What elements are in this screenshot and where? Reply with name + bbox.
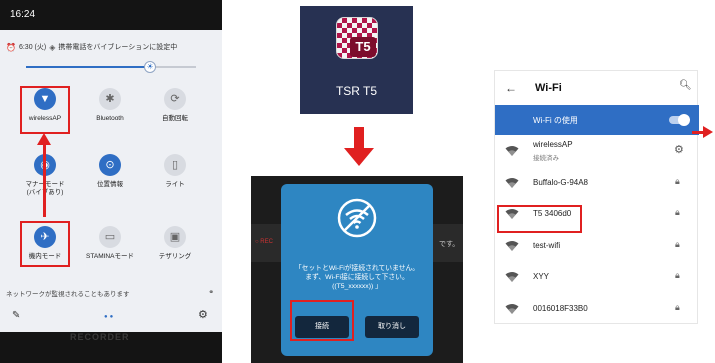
lock-icon: 🔒︎ xyxy=(675,301,680,312)
wifi-signal-icon xyxy=(505,239,519,251)
wifi-title: Wi-Fi xyxy=(535,82,562,94)
background-trailing-text: です。 xyxy=(439,241,460,248)
airplane-tile-highlight xyxy=(20,221,70,267)
lock-icon: 🔒︎ xyxy=(675,270,680,280)
wifi-use-label: Wi-Fi の使用 xyxy=(533,116,578,125)
tile-battery[interactable]: ▭ STAMINAモード xyxy=(79,226,141,261)
wifi-signal-icon xyxy=(505,176,519,188)
down-arrow-shaft xyxy=(354,127,364,149)
quick-settings-panel: ⏰ 6:30 (火) ◈ 携帯電話をバイブレーションに設定中 ☀ ▼ wirele… xyxy=(0,30,222,332)
wifi-signal-icon xyxy=(505,302,519,314)
wifi-network-row[interactable]: Buffalo-G-94A8 🔒︎ xyxy=(495,167,699,199)
tile-bluetooth[interactable]: ✱ Bluetooth xyxy=(79,88,141,123)
brightness-slider[interactable]: ☀ xyxy=(26,61,196,73)
quick-settings-footer: ✎ ●● ⚙ xyxy=(0,306,222,330)
tile-rotate[interactable]: ⟳ 自動回転 xyxy=(144,88,206,123)
wifi-network-row[interactable]: XYY 🔒︎ xyxy=(495,261,699,293)
wifi-network-row[interactable]: test-wifi 🔒︎ xyxy=(495,230,699,262)
vibration-text: 携帯電話をバイブレーションに設定中 xyxy=(58,44,178,51)
up-arrow-icon xyxy=(37,133,51,145)
link-icon: ⚭ xyxy=(208,289,214,296)
flashlight-icon: ▯ xyxy=(164,154,186,176)
wifi-tile-highlight xyxy=(20,86,70,134)
edit-pencil-icon[interactable]: ✎ xyxy=(12,310,20,321)
quick-settings-screen: 16:24 ⏰ 6:30 (火) ◈ 携帯電話をバイブレーションに設定中 ☀ ▼… xyxy=(0,0,222,363)
tile-label: Bluetooth xyxy=(96,115,124,122)
brightness-fill xyxy=(26,66,151,68)
wifi-network-row[interactable]: wirelessAP 接続済み ⚙ xyxy=(495,135,699,167)
up-arrow-shaft xyxy=(43,143,46,217)
connect-button-highlight xyxy=(290,300,354,341)
tile-label: ライト xyxy=(165,181,185,188)
right-arrow-icon xyxy=(703,126,713,138)
network-name: 0016018F33B0 xyxy=(533,303,588,313)
network-name: XYY xyxy=(533,272,550,281)
down-arrow-icon xyxy=(344,148,374,166)
lock-icon: 🔒︎ xyxy=(675,175,680,186)
wifi-off-icon xyxy=(337,198,377,238)
tutorial-composite: 16:24 ⏰ 6:30 (火) ◈ 携帯電話をバイブレーションに設定中 ☀ ▼… xyxy=(0,0,715,363)
app-connect-screen: ○ REC です。 「セットとWi-Fiが接続されていません。 まず、Wi-Fi接… xyxy=(251,176,463,363)
network-monitor-text: ネットワークが監視されることもあります xyxy=(6,291,130,298)
alarm-text: 6:30 (火) xyxy=(18,44,47,51)
network-name: wirelessAP xyxy=(533,140,573,149)
tile-location[interactable]: ⊙ 位置情報 xyxy=(79,154,141,189)
tile-flashlight[interactable]: ▯ ライト xyxy=(144,154,206,189)
tile-label: 自動回転 xyxy=(162,115,188,122)
location-icon: ⊙ xyxy=(99,154,121,176)
page-dots: ●● xyxy=(104,314,116,320)
tile-tethering[interactable]: ▣ テザリング xyxy=(144,226,206,261)
brightness-thumb[interactable]: ☀ xyxy=(144,61,157,73)
wifi-signal-icon xyxy=(505,270,519,282)
battery-icon: ▭ xyxy=(99,226,121,248)
background-app-text: RECORDER xyxy=(70,332,130,342)
tile-label: STAMINAモード xyxy=(86,253,134,260)
alarm-icon: ⏰ xyxy=(6,42,16,52)
lock-icon: 🔒︎ xyxy=(675,238,680,249)
settings-gear-icon[interactable]: ⚙ xyxy=(198,308,208,321)
search-icon[interactable]: 🔍︎ xyxy=(679,80,692,91)
t5-network-highlight xyxy=(497,205,582,233)
wifi-header: ← Wi-Fi 🔍︎ xyxy=(495,71,699,105)
toggle-knob xyxy=(678,114,690,126)
tsr-t5-app-icon[interactable]: T5 xyxy=(336,17,378,59)
wifi-settings-screen: ← Wi-Fi 🔍︎ Wi-Fi の使用 wirelessAP 接続済み ⚙ Buff… xyxy=(494,70,699,325)
wifi-use-row[interactable]: Wi-Fi の使用 xyxy=(495,105,699,135)
network-name: Buffalo-G-94A8 xyxy=(533,177,588,187)
alarm-row: ⏰ 6:30 (火) ◈ 携帯電話をバイブレーションに設定中 xyxy=(6,42,177,52)
background-rec-text: ○ REC xyxy=(255,239,273,245)
bluetooth-icon: ✱ xyxy=(99,88,121,110)
tile-label: 位置情報 xyxy=(97,181,123,188)
network-settings-gear-icon[interactable]: ⚙ xyxy=(674,143,684,156)
tethering-icon: ▣ xyxy=(164,226,186,248)
wifi-toggle[interactable] xyxy=(669,114,690,126)
back-arrow-icon[interactable]: ← xyxy=(505,81,517,95)
vibrate-status-icon: ◈ xyxy=(49,42,56,52)
lock-icon: 🔒︎ xyxy=(675,207,680,217)
app-launcher-tile[interactable]: T5 TSR T5 xyxy=(300,6,413,114)
network-status: 接続済み xyxy=(533,155,559,162)
status-time: 16:24 xyxy=(10,9,36,20)
network-monitor-row: ネットワークが監視されることもあります ⚭ xyxy=(6,288,214,298)
app-badge: T5 xyxy=(350,37,376,57)
wifi-signal-icon xyxy=(505,144,519,156)
rotate-icon: ⟳ xyxy=(164,88,186,110)
network-name: test-wifi xyxy=(533,240,561,250)
tile-label: テザリング xyxy=(158,253,192,260)
wifi-network-row[interactable]: 0016018F33B0 🔒︎ xyxy=(495,293,699,325)
app-name: TSR T5 xyxy=(335,84,378,98)
dialog-message: 「セットとWi-Fiが接続されていません。 まず、Wi-Fi接に接続して下さい。(… xyxy=(294,265,420,290)
cancel-button[interactable]: 取り消し xyxy=(365,316,419,338)
